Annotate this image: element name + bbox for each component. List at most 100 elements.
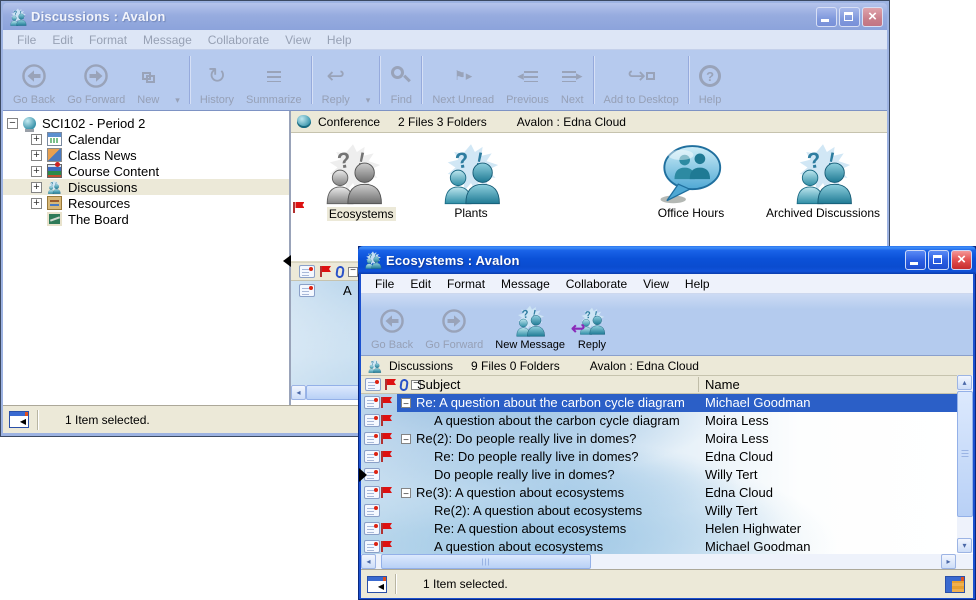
message-row[interactable]: Re: Do people really live in domes? Edna… xyxy=(361,448,973,466)
menu-format[interactable]: Format xyxy=(439,276,493,292)
conference-plants[interactable]: Plants xyxy=(416,143,526,220)
collapse-toggle[interactable] xyxy=(401,488,411,498)
scroll-left-button[interactable]: ◂ xyxy=(291,385,306,400)
previous-button[interactable]: ◂ Previous xyxy=(500,52,555,108)
message-row[interactable]: Re: A question about the carbon cycle di… xyxy=(361,394,973,412)
scroll-left-button[interactable]: ◂ xyxy=(361,554,376,569)
flag-icon xyxy=(384,378,397,391)
pane-owner: Avalon : Edna Cloud xyxy=(517,115,626,129)
message-row[interactable]: Re(3): A question about ecosystems Edna … xyxy=(361,484,973,502)
menu-help[interactable]: Help xyxy=(677,276,718,292)
scroll-up-button[interactable]: ▴ xyxy=(957,375,972,390)
conference-archived-discussions[interactable]: Archived Discussions xyxy=(759,143,887,220)
reply-button[interactable]: ↩ Reply xyxy=(571,296,613,353)
minimize-button[interactable] xyxy=(816,7,837,27)
message-row[interactable]: A question about the carbon cycle diagra… xyxy=(361,412,973,430)
conference-office-hours[interactable]: Office Hours xyxy=(636,143,746,220)
menu-file[interactable]: File xyxy=(9,32,44,48)
new-dropdown[interactable]: ▾ xyxy=(165,52,186,108)
maximize-button[interactable] xyxy=(928,250,949,270)
chart-forward-icon: ▸ xyxy=(576,68,583,84)
new-message-button[interactable]: New Message xyxy=(489,296,571,353)
expand-toggle[interactable] xyxy=(31,182,42,193)
menu-message[interactable]: Message xyxy=(135,32,200,48)
horizontal-scrollbar[interactable]: ◂ ▸ xyxy=(361,554,973,569)
expand-toggle[interactable] xyxy=(31,150,42,161)
titlebar[interactable]: Ecosystems : Avalon xyxy=(358,246,976,274)
next-button[interactable]: ▸ Next xyxy=(555,52,590,108)
conference-ecosystems[interactable]: Ecosystems xyxy=(303,143,403,221)
add-to-desktop-icon: ↪ xyxy=(627,63,645,89)
menu-view[interactable]: View xyxy=(635,276,677,292)
window-title: Discussions : Avalon xyxy=(31,9,816,24)
go-back-button[interactable]: Go Back xyxy=(365,296,419,353)
menu-edit[interactable]: Edit xyxy=(44,32,81,48)
go-forward-button[interactable]: Go Forward xyxy=(61,52,131,108)
add-to-desktop-button[interactable]: ↪ Add to Desktop xyxy=(598,52,685,108)
menu-view[interactable]: View xyxy=(277,32,319,48)
subject-column-label[interactable]: Subject xyxy=(417,377,460,392)
reply-dropdown[interactable]: ▾ xyxy=(356,52,377,108)
expand-toggle[interactable] xyxy=(31,166,42,177)
message-row[interactable]: Re(2): A question about ecosystems Willy… xyxy=(361,502,973,520)
scrollbar-thumb[interactable] xyxy=(381,554,591,569)
close-button[interactable] xyxy=(862,7,883,27)
splitter-collapse-arrow[interactable] xyxy=(283,255,291,267)
minimize-button[interactable] xyxy=(905,250,926,270)
status-text: 1 Item selected. xyxy=(65,413,150,427)
menu-message[interactable]: Message xyxy=(493,276,558,292)
menu-file[interactable]: File xyxy=(367,276,402,292)
scroll-right-button[interactable]: ▸ xyxy=(941,554,956,569)
tree-item-resources[interactable]: Resources xyxy=(3,195,289,211)
message-row[interactable]: Do people really live in domes? Willy Te… xyxy=(361,466,973,484)
message-icon xyxy=(299,284,315,297)
menu-format[interactable]: Format xyxy=(81,32,135,48)
vertical-scrollbar[interactable]: ▴ ▾ xyxy=(957,375,973,553)
go-back-button[interactable]: Go Back xyxy=(7,52,61,108)
column-divider[interactable] xyxy=(698,377,699,392)
tree-item-course-content[interactable]: Course Content xyxy=(3,163,289,179)
go-forward-button[interactable]: Go Forward xyxy=(419,296,489,353)
flag-icon xyxy=(380,540,393,553)
menu-help[interactable]: Help xyxy=(319,32,360,48)
menu-edit[interactable]: Edit xyxy=(402,276,439,292)
message-row[interactable]: Re: A question about ecosystems Helen Hi… xyxy=(361,520,973,538)
help-button[interactable]: ? Help xyxy=(693,52,728,108)
reply-button[interactable]: ↩ Reply xyxy=(316,52,356,108)
tree-item-discussions[interactable]: Discussions xyxy=(3,179,289,195)
summarize-button[interactable]: Summarize xyxy=(240,52,308,108)
tree-root[interactable]: SCI102 - Period 2 xyxy=(3,115,289,131)
message-row[interactable]: A question about ecosystems Michael Good… xyxy=(361,538,973,554)
panel-toggle-icon[interactable] xyxy=(9,411,29,428)
view-toggle-icon[interactable] xyxy=(945,576,965,593)
maximize-button[interactable] xyxy=(839,7,860,27)
collapse-toggle[interactable] xyxy=(7,118,18,129)
collapse-toggle[interactable] xyxy=(401,398,411,408)
tree-item-calendar[interactable]: Calendar xyxy=(3,131,289,147)
menu-collaborate[interactable]: Collaborate xyxy=(200,32,277,48)
reply-icon: ↩ xyxy=(327,63,345,89)
tree-item-class-news[interactable]: Class News xyxy=(3,147,289,163)
new-button[interactable]: New xyxy=(131,52,165,108)
scrollbar-thumb[interactable] xyxy=(957,391,973,517)
titlebar[interactable]: Discussions : Avalon xyxy=(3,3,887,30)
next-unread-button[interactable]: ⚑▸ Next Unread xyxy=(426,52,500,108)
collapse-all-icon[interactable] xyxy=(348,267,358,277)
flag-arrow-icon: ⚑▸ xyxy=(454,68,472,84)
expand-toggle[interactable] xyxy=(31,134,42,145)
close-button[interactable] xyxy=(951,250,972,270)
panel-toggle-icon[interactable] xyxy=(367,576,387,593)
history-button[interactable]: ↻ History xyxy=(194,52,240,108)
find-button[interactable]: Find xyxy=(384,52,418,108)
expand-toggle[interactable] xyxy=(31,198,42,209)
calendar-icon xyxy=(47,132,62,146)
message-icon xyxy=(299,265,315,278)
collapse-toggle[interactable] xyxy=(401,434,411,444)
tree-item-the-board[interactable]: The Board xyxy=(3,211,289,227)
name-column-label[interactable]: Name xyxy=(705,377,740,392)
scroll-down-button[interactable]: ▾ xyxy=(957,538,972,553)
message-row[interactable]: Re(2): Do people really live in domes? M… xyxy=(361,430,973,448)
splitter-collapse-arrow[interactable] xyxy=(359,468,367,482)
menu-collaborate[interactable]: Collaborate xyxy=(558,276,635,292)
divider xyxy=(37,410,39,430)
